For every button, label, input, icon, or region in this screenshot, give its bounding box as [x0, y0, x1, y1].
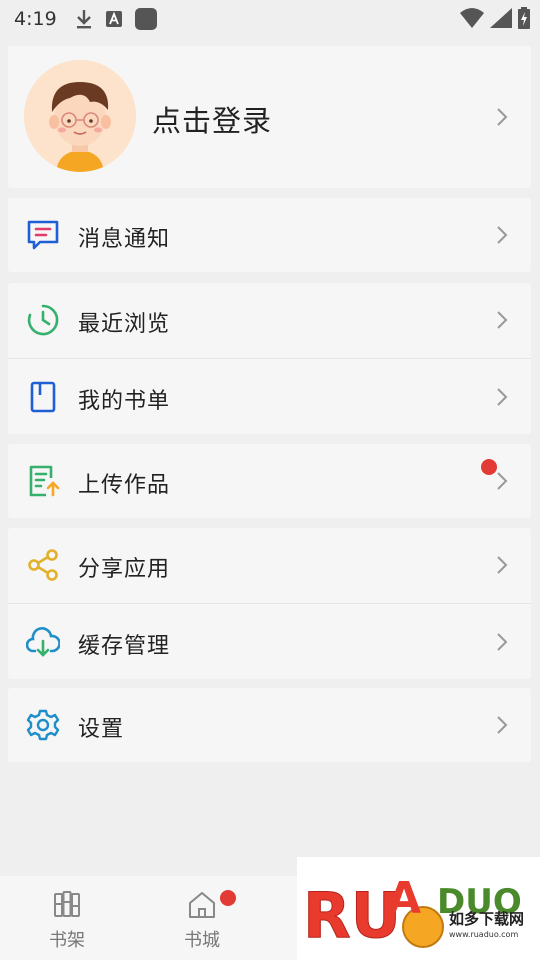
history-card: 最近浏览 我的书单	[8, 283, 531, 434]
download-icon	[75, 9, 93, 29]
menu-item-settings[interactable]: 设置	[8, 688, 531, 762]
battery-icon	[518, 7, 530, 29]
avatar[interactable]	[24, 60, 136, 172]
message-icon	[27, 220, 59, 250]
messages-card: 消息通知	[8, 198, 531, 272]
menu-item-messages[interactable]: 消息通知	[8, 198, 531, 272]
bookshelf-icon	[54, 891, 80, 917]
chevron-right-icon	[497, 226, 508, 244]
status-time: 4:19	[14, 8, 57, 30]
book-icon	[30, 381, 56, 413]
chevron-right-icon	[497, 556, 508, 574]
menu-item-label: 分享应用	[78, 557, 171, 582]
watermark-url: www.ruaduo.com	[449, 930, 518, 939]
chevron-right-icon	[497, 472, 508, 490]
chevron-right-icon	[497, 311, 508, 329]
menu-item-label: 设置	[78, 717, 125, 742]
chevron-right-icon	[497, 633, 508, 651]
app-tools-card: 分享应用 缓存管理	[8, 528, 531, 679]
tab-store[interactable]: 书城	[162, 890, 242, 952]
menu-item-cache[interactable]: 缓存管理	[8, 605, 531, 679]
menu-item-label: 消息通知	[78, 227, 171, 252]
font-app-icon	[105, 10, 123, 28]
divider	[8, 603, 531, 604]
chevron-right-icon	[497, 388, 508, 406]
watermark-logo: RU A DUO 如多下载网 www.ruaduo.com	[297, 857, 540, 960]
share-icon	[28, 549, 58, 581]
notification-badge	[220, 890, 236, 906]
cloud-download-icon	[26, 627, 60, 657]
login-prompt[interactable]: 点击登录	[152, 98, 272, 140]
menu-item-recent[interactable]: 最近浏览	[8, 283, 531, 357]
menu-item-share[interactable]: 分享应用	[8, 528, 531, 602]
status-bar: 4:19	[0, 0, 540, 38]
home-icon	[189, 892, 215, 918]
settings-card: 设置	[8, 688, 531, 762]
watermark-cn: 如多下载网	[449, 910, 524, 928]
upload-document-icon	[29, 465, 60, 497]
menu-item-upload[interactable]: 上传作品	[8, 444, 531, 518]
chevron-right-icon	[497, 108, 508, 126]
app-square-icon	[134, 8, 157, 30]
tab-store-label: 书城	[184, 930, 220, 951]
gear-icon	[26, 709, 60, 741]
divider	[8, 358, 531, 359]
tab-shelf[interactable]: 书架	[27, 890, 107, 952]
menu-item-label: 上传作品	[78, 473, 171, 498]
chevron-right-icon	[497, 716, 508, 734]
svg-text:A: A	[387, 873, 421, 924]
upload-card: 上传作品	[8, 444, 531, 518]
menu-item-label: 缓存管理	[78, 634, 171, 659]
status-right-icons	[460, 7, 530, 29]
profile-card[interactable]: 点击登录	[8, 46, 531, 188]
wifi-icon	[460, 8, 484, 28]
menu-item-label: 最近浏览	[78, 312, 171, 337]
clock-icon	[27, 304, 59, 336]
signal-icon	[490, 8, 512, 28]
tab-shelf-label: 书架	[49, 930, 85, 951]
menu-item-booklist[interactable]: 我的书单	[8, 360, 531, 434]
menu-item-label: 我的书单	[78, 389, 171, 414]
